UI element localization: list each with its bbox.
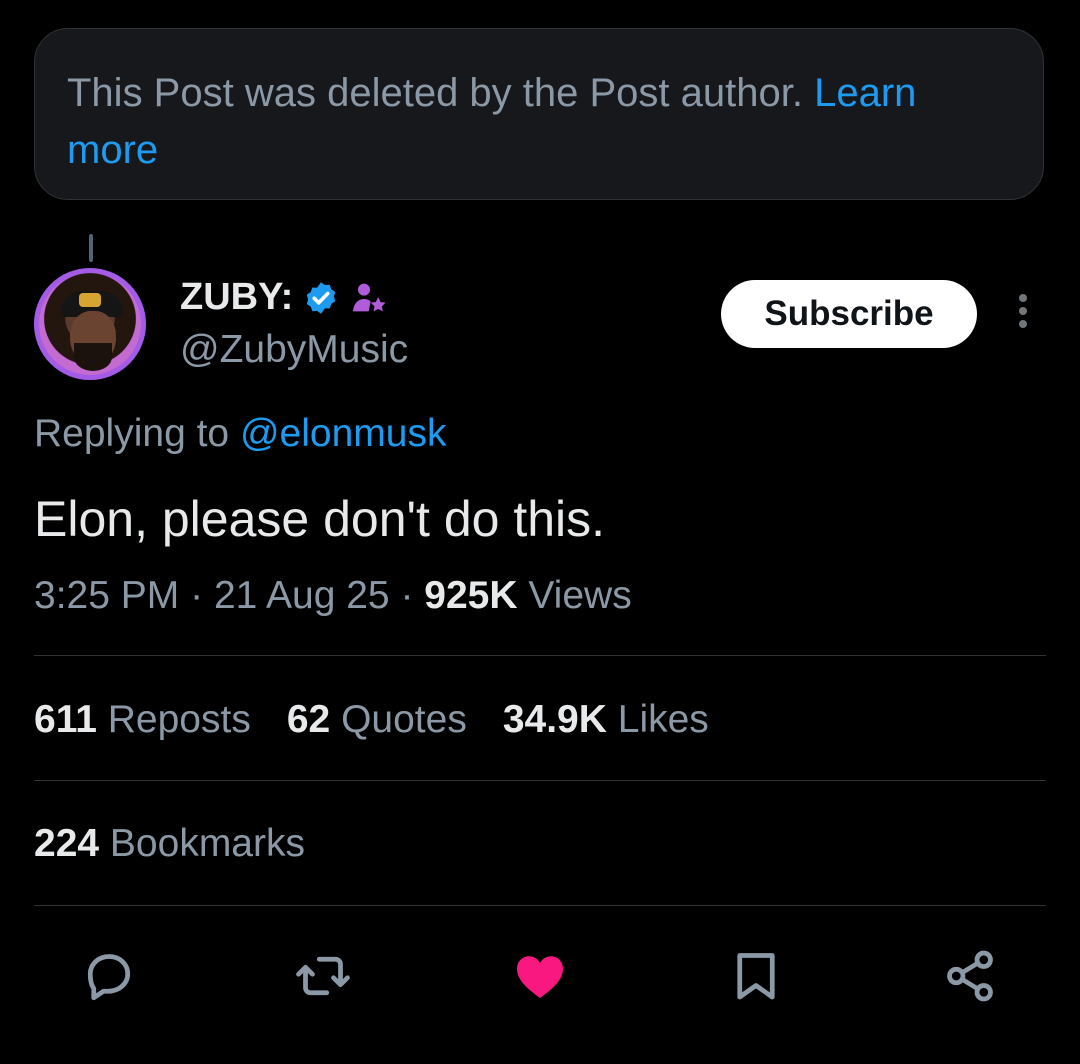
- divider: [34, 655, 1046, 656]
- likes-count: 34.9K: [502, 698, 607, 741]
- thread-connector-line: [89, 234, 93, 262]
- reply-mention-link[interactable]: @elonmusk: [240, 412, 447, 455]
- meta-separator: ·: [190, 574, 204, 617]
- deleted-post-notice: This Post was deleted by the Post author…: [34, 28, 1044, 200]
- divider: [34, 780, 1046, 781]
- action-bar: [0, 938, 1080, 1014]
- meta-separator: ·: [400, 574, 414, 617]
- author-name-row[interactable]: ZUBY:: [180, 276, 389, 319]
- divider: [34, 905, 1046, 906]
- bookmark-icon: [737, 953, 775, 1000]
- more-options-icon[interactable]: [1008, 294, 1038, 334]
- more-dot: [1019, 294, 1027, 302]
- post-text: Elon, please don't do this.: [34, 491, 606, 547]
- avatar[interactable]: [34, 268, 146, 380]
- share-icon: [947, 950, 993, 1002]
- author-display-name[interactable]: ZUBY:: [180, 276, 293, 319]
- bookmarks-stat[interactable]: 224 Bookmarks: [34, 822, 305, 866]
- share-button[interactable]: [932, 938, 1008, 1014]
- like-button[interactable]: [502, 938, 578, 1014]
- likes-label: Likes: [617, 698, 709, 741]
- replying-to: Replying to @elonmusk: [34, 412, 446, 456]
- repost-icon: [296, 956, 350, 996]
- repost-button[interactable]: [285, 938, 361, 1014]
- bookmark-button[interactable]: [718, 938, 794, 1014]
- quotes-stat[interactable]: 62 Quotes: [287, 698, 467, 742]
- quotes-label: Quotes: [341, 698, 467, 741]
- reposts-count: 611: [34, 698, 97, 741]
- avatar-beard: [74, 343, 112, 371]
- reply-icon: [87, 954, 131, 1001]
- replying-to-prefix: Replying to: [34, 412, 230, 455]
- reply-button[interactable]: [71, 938, 147, 1014]
- views-label: Views: [528, 574, 632, 617]
- post-time[interactable]: 3:25 PM: [34, 574, 179, 617]
- reposts-label: Reposts: [107, 698, 251, 741]
- bookmarks-label: Bookmarks: [109, 822, 305, 865]
- subscribe-button[interactable]: Subscribe: [721, 280, 977, 348]
- quotes-count: 62: [286, 698, 331, 741]
- like-icon: [517, 956, 563, 998]
- views-count: 925K: [424, 574, 518, 617]
- deleted-post-text: This Post was deleted by the Post author…: [67, 71, 803, 115]
- author-handle[interactable]: @ZubyMusic: [180, 328, 408, 372]
- post-meta: 3:25 PM · 21 Aug 25 · 925K Views: [34, 574, 632, 618]
- post-date[interactable]: 21 Aug 25: [214, 574, 390, 617]
- avatar-cap-logo: [79, 293, 101, 307]
- verified-badge-icon[interactable]: [303, 280, 339, 316]
- reposts-stat[interactable]: 611 Reposts: [34, 698, 251, 742]
- more-dot: [1019, 307, 1027, 315]
- bookmarks-count: 224: [34, 822, 100, 865]
- affiliate-person-star-icon[interactable]: [349, 278, 389, 318]
- engagement-stats: 611 Reposts 62 Quotes 34.9K Likes: [34, 698, 709, 742]
- likes-stat[interactable]: 34.9K Likes: [503, 698, 709, 742]
- more-dot: [1019, 320, 1027, 328]
